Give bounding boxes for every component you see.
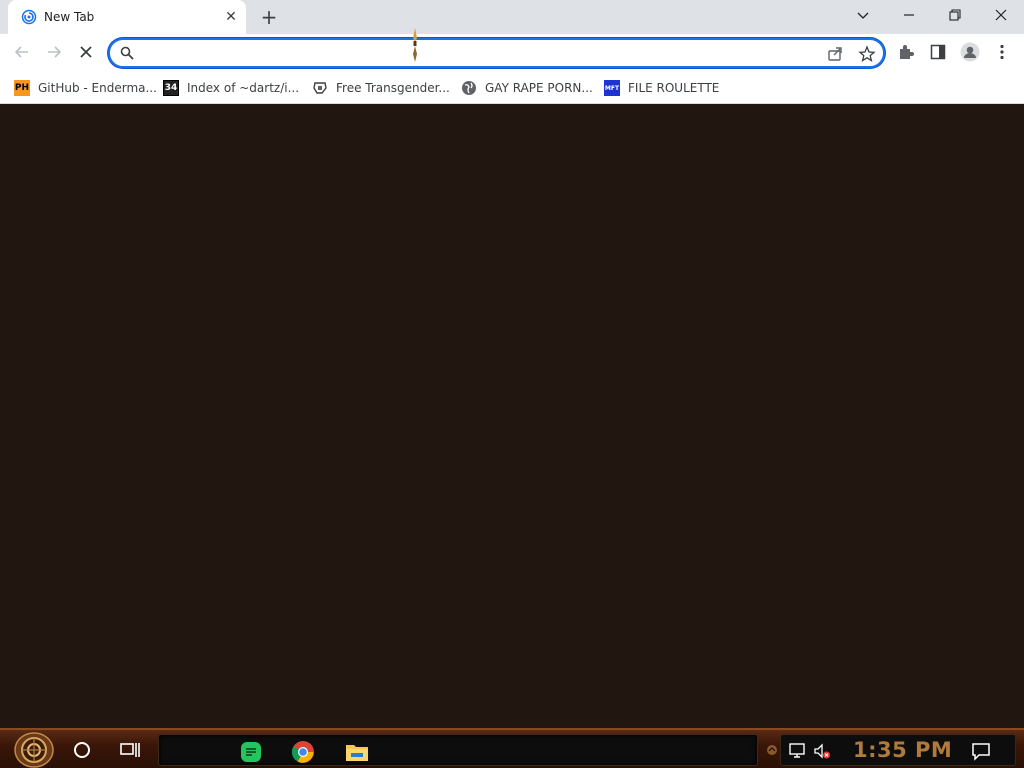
volume-muted-icon[interactable]	[813, 742, 831, 760]
restore-icon	[949, 9, 961, 21]
tab-title: New Tab	[44, 10, 95, 24]
menu-button[interactable]	[992, 42, 1012, 62]
bookmark-item[interactable]: 34 Index of ~dartz/i...	[163, 76, 299, 100]
close-icon	[995, 9, 1007, 21]
cursor-icon	[413, 28, 417, 62]
avatar-icon	[960, 42, 980, 62]
page-content[interactable]	[0, 28, 1024, 728]
rule34-favicon-icon: 34	[163, 80, 179, 96]
stop-button[interactable]	[72, 38, 100, 66]
loading-favicon-icon	[21, 9, 37, 25]
bookmark-item[interactable]: PH GitHub - Enderma...	[14, 76, 157, 100]
bookmark-label: Free Transgender...	[336, 81, 450, 95]
minimize-icon	[904, 14, 914, 16]
green-notes-icon	[241, 742, 261, 762]
tab-strip: New Tab ✕ +	[0, 0, 1024, 34]
minimize-button[interactable]	[886, 0, 932, 30]
more-vertical-icon	[1000, 44, 1004, 60]
bookmark-label: GitHub - Enderma...	[38, 81, 157, 95]
bookmark-item[interactable]: Free Transgender...	[312, 76, 450, 100]
bookmark-item[interactable]: MFT FILE ROULETTE	[604, 76, 719, 100]
new-tab-button[interactable]: +	[258, 6, 280, 28]
system-tray: 1:35 PM	[780, 734, 1016, 766]
network-icon[interactable]	[789, 742, 807, 760]
tab-new-tab[interactable]: New Tab ✕	[8, 0, 246, 34]
taskbar-apps	[158, 734, 758, 766]
globe-icon	[461, 80, 477, 96]
task-view-icon[interactable]	[118, 738, 142, 762]
notification-icon[interactable]	[971, 741, 991, 761]
arrow-right-icon	[48, 46, 62, 58]
chevron-up-icon	[767, 745, 777, 755]
file-roulette-favicon-icon: MFT	[604, 80, 620, 96]
taskbar-app-chrome[interactable]	[289, 739, 317, 765]
bookmarks-bar: PH GitHub - Enderma... 34 Index of ~dart…	[0, 72, 1024, 104]
pornhub-favicon-icon: PH	[14, 80, 30, 96]
search-icon	[120, 46, 134, 60]
folder-icon	[346, 745, 368, 761]
cortana-circle-icon[interactable]	[70, 738, 94, 762]
tab-close-icon[interactable]: ✕	[223, 9, 239, 25]
chrome-icon	[292, 741, 314, 763]
side-panel-button[interactable]	[928, 42, 948, 62]
bookmark-label: GAY RAPE PORN...	[485, 81, 593, 95]
bookmark-item[interactable]: GAY RAPE PORN...	[461, 76, 593, 100]
bookmark-star-icon[interactable]	[858, 45, 876, 63]
taskbar: 1:35 PM	[0, 728, 1024, 768]
chevron-down-icon	[857, 12, 869, 19]
share-icon[interactable]	[826, 45, 844, 63]
bookmark-label: FILE ROULETTE	[628, 81, 720, 95]
site-favicon-icon	[312, 80, 328, 96]
show-hidden-icons-button[interactable]	[766, 742, 778, 756]
side-panel-icon	[930, 44, 946, 60]
extensions-button[interactable]	[896, 42, 916, 62]
puzzle-icon	[900, 45, 914, 59]
start-button[interactable]	[10, 732, 58, 768]
close-window-button[interactable]	[978, 0, 1024, 30]
tab-search-button[interactable]	[840, 0, 886, 30]
bookmark-label: Index of ~dartz/i...	[187, 81, 300, 95]
browser-toolbar	[0, 34, 1024, 72]
taskbar-app-file-explorer[interactable]	[343, 739, 371, 765]
forward-button[interactable]	[40, 38, 68, 66]
stop-icon	[80, 46, 92, 58]
address-input[interactable]	[140, 43, 820, 63]
restore-button[interactable]	[932, 0, 978, 30]
taskbar-clock[interactable]: 1:35 PM	[853, 738, 952, 762]
arrow-left-icon	[14, 46, 28, 58]
steampunk-gear-icon	[14, 732, 54, 768]
profile-button[interactable]	[960, 42, 980, 62]
back-button[interactable]	[8, 38, 36, 66]
taskbar-app-notes[interactable]	[237, 739, 265, 765]
address-bar[interactable]	[108, 38, 885, 68]
